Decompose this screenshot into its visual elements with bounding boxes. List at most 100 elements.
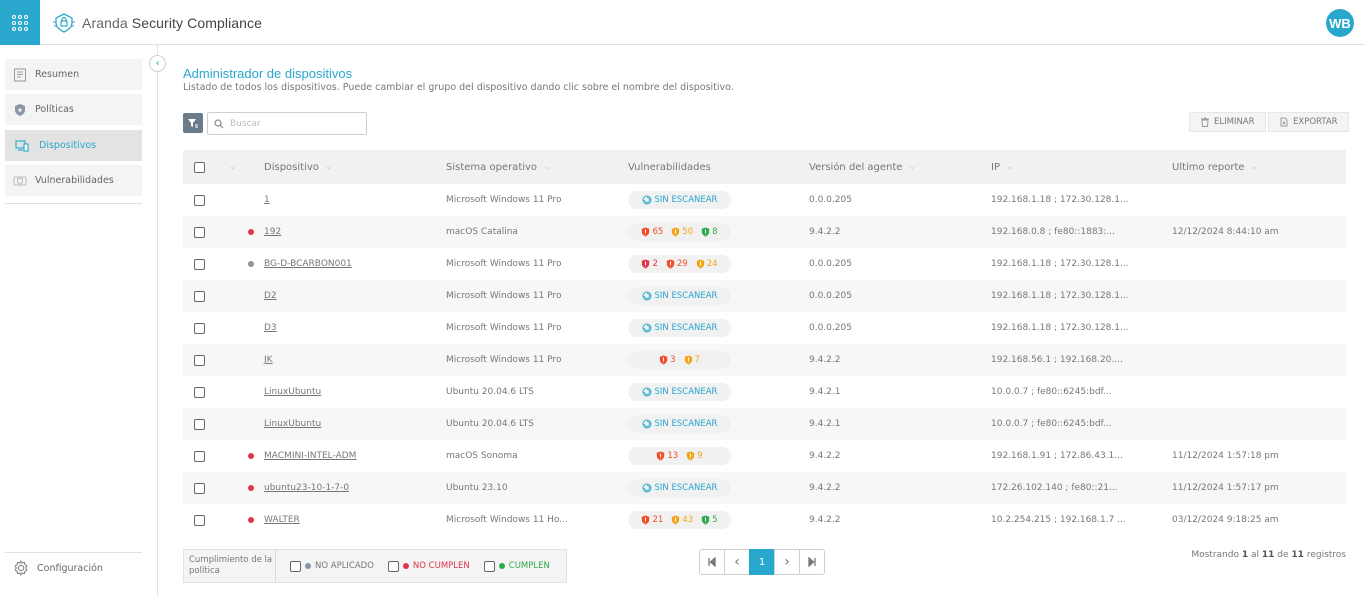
status-dot-icon [248, 389, 254, 395]
page-button-current[interactable]: 1 [749, 549, 775, 575]
row-checkbox[interactable] [194, 258, 205, 270]
device-name-link[interactable]: ubuntu23-10-1-7-0 [264, 483, 349, 493]
vulnerability-count: 29 [666, 259, 688, 269]
row-checkbox[interactable] [194, 450, 205, 462]
row-checkbox[interactable] [194, 354, 205, 366]
filter-button[interactable] [183, 113, 203, 133]
device-name-link[interactable]: JK [264, 355, 273, 365]
user-avatar[interactable]: WB [1326, 9, 1354, 37]
row-checkbox[interactable] [194, 418, 205, 430]
last-page-icon [808, 557, 816, 567]
delete-label: ELIMINAR [1214, 117, 1255, 127]
last-report-cell: 12/12/2024 8:44:10 am [1172, 227, 1279, 237]
row-checkbox[interactable] [194, 322, 205, 334]
apps-grid-icon [12, 14, 28, 31]
row-checkbox[interactable] [194, 386, 205, 398]
legend-no-cumplen[interactable]: NO CUMPLEN [387, 560, 470, 572]
vulnerability-badge: 21 43 5 [628, 511, 731, 529]
next-page-button[interactable]: › [774, 549, 800, 575]
scan-status: SIN ESCANEAR [642, 291, 717, 301]
device-name-link[interactable]: WALTER [264, 515, 300, 525]
config-label: Configuración [37, 562, 103, 574]
devices-icon [15, 139, 29, 152]
os-cell: Ubuntu 23.10 [446, 483, 508, 493]
agent-version-cell: 9.4.2.2 [809, 483, 841, 493]
chevron-left-icon: ‹ [155, 58, 160, 69]
vulnerability-count: 2 [641, 259, 658, 269]
sidebar-collapse-button[interactable]: ‹ [149, 55, 166, 72]
row-checkbox[interactable] [194, 482, 205, 494]
brand[interactable]: Aranda Security Compliance [52, 12, 262, 34]
shield-icon [672, 227, 680, 237]
select-all-sort[interactable]: ⌄ [229, 162, 237, 172]
status-dot-icon [498, 563, 505, 569]
agent-version-cell: 9.4.2.1 [809, 387, 841, 397]
status-dot-icon [248, 421, 254, 427]
main-content: Administrador de dispositivos Listado de… [183, 45, 1349, 596]
chevron-down-icon: ⌄ [908, 162, 916, 172]
header-last-report[interactable]: Ultimo reporte ⌄ [1172, 162, 1258, 173]
sidebar-item-politicas[interactable]: Políticas [5, 94, 142, 125]
vulnerability-count: 65 [641, 227, 663, 237]
row-checkbox[interactable] [194, 194, 205, 206]
export-button[interactable]: EXPORTAR [1268, 112, 1349, 132]
header-ip[interactable]: IP ⌄ [991, 162, 1014, 173]
device-name-link[interactable]: D3 [264, 323, 277, 333]
legend-no-aplicado[interactable]: NO APLICADO [290, 560, 374, 572]
vulnerability-count: 24 [696, 259, 718, 269]
sidebar-item-configuracion[interactable]: Configuración [5, 552, 142, 583]
shield-star-icon [15, 103, 25, 116]
vulnerability-count: 21 [641, 515, 663, 525]
header-device[interactable]: Dispositivo ⌄ [264, 162, 332, 173]
header-vulnerabilities: Vulnerabilidades [628, 161, 711, 173]
prev-page-button[interactable]: ‹ [724, 549, 750, 575]
device-name-link[interactable]: LinuxUbuntu [264, 419, 321, 429]
device-name-link[interactable]: 1 [264, 195, 270, 205]
sidebar-item-resumen[interactable]: Resumen [5, 59, 142, 90]
vulnerability-badge: SIN ESCANEAR [628, 479, 731, 497]
table-row: LinuxUbuntu Ubuntu 20.04.6 LTS SIN ESCANEA… [183, 408, 1346, 440]
os-cell: Microsoft Windows 11 Pro [446, 195, 562, 205]
legend-checkbox[interactable] [290, 560, 301, 572]
os-cell: Microsoft Windows 11 Pro [446, 355, 562, 365]
sidebar-item-dispositivos[interactable]: Dispositivos [5, 130, 142, 161]
last-page-button[interactable] [799, 549, 825, 575]
row-checkbox[interactable] [194, 226, 205, 238]
select-all-checkbox[interactable] [194, 161, 205, 173]
legend-checkbox[interactable] [387, 560, 399, 572]
device-name-link[interactable]: MACMINI-INTEL-ADM [264, 451, 356, 461]
first-page-button[interactable] [699, 549, 725, 575]
os-cell: Microsoft Windows 11 Pro [446, 323, 562, 333]
shield-icon [701, 515, 710, 525]
legend-checkbox[interactable] [483, 560, 495, 572]
apps-menu-button[interactable] [0, 0, 40, 45]
legend-cumplen[interactable]: CUMPLEN [483, 560, 550, 572]
device-name-link[interactable]: BG-D-BCARBON001 [264, 259, 352, 269]
scan-icon [642, 483, 652, 493]
table-header: ⌄ Dispositivo ⌄ Sistema operativo ⌄ Vulner… [183, 150, 1346, 184]
device-name-link[interactable]: LinuxUbuntu [264, 387, 321, 397]
row-checkbox[interactable] [194, 290, 205, 302]
compliance-legend: Cumplimiento de la política NO APLICADO … [183, 549, 567, 583]
vulnerability-count: 50 [671, 227, 693, 237]
os-cell: Ubuntu 20.04.6 LTS [446, 387, 535, 397]
vulnerability-count: 7 [684, 355, 700, 365]
table-row: ubuntu23-10-1-7-0 Ubuntu 23.10 SIN ESCANEA… [183, 472, 1346, 504]
status-dot-icon [248, 485, 254, 491]
status-dot-icon [248, 357, 254, 363]
status-dot-icon [305, 563, 311, 569]
vulnerability-badge: SIN ESCANEAR [628, 287, 731, 305]
device-name-link[interactable]: 192 [264, 227, 281, 237]
header-agent-version[interactable]: Versión del agente ⌄ [809, 162, 916, 173]
delete-button[interactable]: ELIMINAR [1189, 112, 1266, 132]
export-icon [1280, 117, 1288, 127]
device-name-link[interactable]: D2 [264, 291, 277, 301]
sidebar-item-vulnerabilidades[interactable]: Vulnerabilidades [5, 165, 142, 196]
status-dot-icon [248, 293, 254, 299]
header-os[interactable]: Sistema operativo ⌄ [446, 162, 551, 173]
os-cell: Microsoft Windows 11 Pro [446, 291, 562, 301]
agent-version-cell: 9.4.2.2 [809, 355, 841, 365]
search-input[interactable] [230, 118, 360, 129]
sidebar-divider [5, 203, 142, 204]
row-checkbox[interactable] [194, 514, 205, 526]
